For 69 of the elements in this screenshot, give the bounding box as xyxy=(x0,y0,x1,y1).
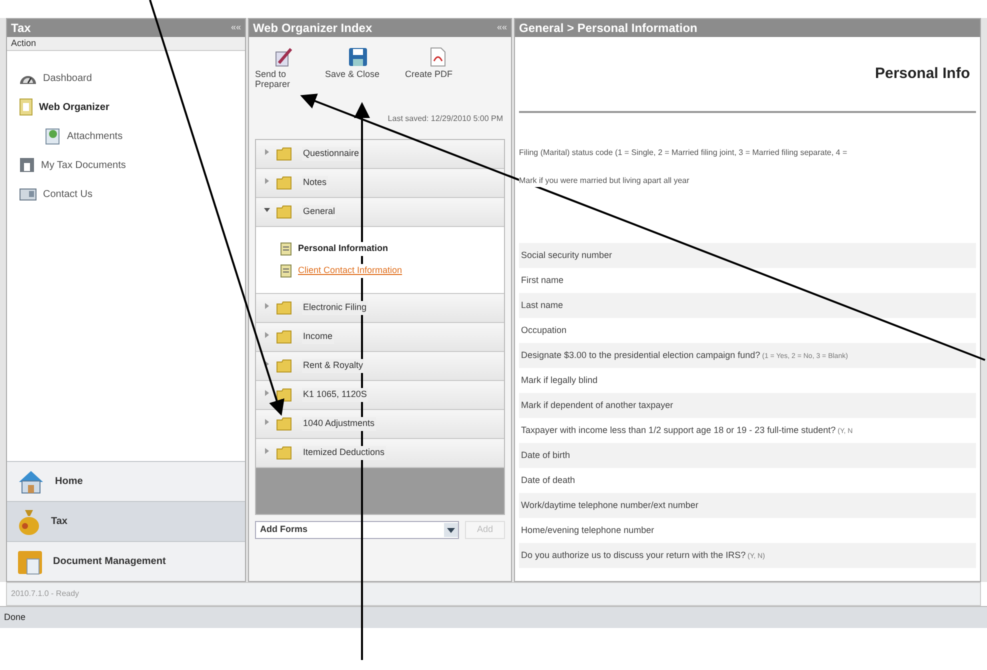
tree-item[interactable]: Notes xyxy=(256,169,504,198)
folder-icon xyxy=(276,330,292,344)
page-icon xyxy=(280,264,292,278)
expander-icon xyxy=(264,178,270,184)
tree-item[interactable]: 1040 Adjustments xyxy=(256,410,504,439)
nav-button[interactable]: Tax xyxy=(7,501,245,541)
form-label: First name xyxy=(521,275,564,286)
folder-icon xyxy=(276,176,292,190)
form-label: Occupation xyxy=(521,325,567,336)
folder-icon xyxy=(276,359,292,373)
form-label: Mark if dependent of another taxpayer xyxy=(521,400,674,411)
nav-button[interactable]: Home xyxy=(7,461,245,501)
expander-icon xyxy=(264,148,270,155)
nav-button[interactable]: Document Management xyxy=(7,541,245,581)
tree-item[interactable]: Rent & Royalty xyxy=(256,352,504,381)
nav-item[interactable]: My Tax Documents xyxy=(19,156,245,174)
tree-item[interactable]: Electronic Filing xyxy=(256,294,504,323)
toolbar-button[interactable]: Send to Preparer xyxy=(255,47,311,113)
pdf-document-icon xyxy=(429,47,447,67)
last-saved-text: Last saved: 12/29/2010 5:00 PM xyxy=(386,113,504,125)
expander-icon xyxy=(264,360,270,367)
tree-item[interactable]: K1 1065, 1120S xyxy=(256,381,504,410)
page-icon xyxy=(280,242,292,256)
document-icon xyxy=(45,127,61,145)
nav-item[interactable]: Contact Us xyxy=(19,185,245,203)
book-icon xyxy=(19,98,33,116)
folder-icon xyxy=(276,417,292,431)
expander-icon xyxy=(264,448,270,454)
toolbar-button[interactable]: Create PDF xyxy=(405,47,471,113)
folder-icon xyxy=(276,205,292,219)
tree-item[interactable]: General xyxy=(256,198,504,227)
nav-item[interactable]: Web Organizer xyxy=(19,98,245,116)
tree-item[interactable]: Questionnaire xyxy=(256,140,504,169)
expander-icon xyxy=(264,332,270,338)
form-label: Date of birth xyxy=(521,450,570,461)
expander-icon xyxy=(264,302,270,309)
form-label: Filing (Marital) status code (1 = Single, 2 = Married filing joint, 3 = Married filing separate, 4 = xyxy=(519,147,848,159)
form-label: Mark if you were married but living apart all year xyxy=(519,175,690,187)
panel-title: Tax xyxy=(11,20,31,37)
browser-status-text: Done xyxy=(4,610,26,624)
toolbar-button[interactable]: Save & Close xyxy=(325,47,391,113)
money-bag-icon xyxy=(17,508,41,536)
folder-icon xyxy=(276,388,292,402)
folder-icon xyxy=(276,301,292,315)
address-card-icon xyxy=(19,187,37,201)
status-text: 2010.7.1.0 - Ready xyxy=(11,588,80,600)
form-label: Work/daytime telephone number/ext number xyxy=(521,500,698,511)
document-pencil-icon xyxy=(273,47,293,67)
tree-item[interactable]: Income xyxy=(256,323,504,352)
nav-item[interactable]: Attachments xyxy=(19,127,245,145)
nav-item[interactable]: Dashboard xyxy=(19,69,245,87)
cabinet-icon xyxy=(19,157,35,173)
tree-item[interactable]: Itemized Deductions xyxy=(256,439,504,468)
tree-link[interactable]: Personal Information xyxy=(280,241,504,257)
form-label: Date of death xyxy=(521,475,576,486)
expander-icon xyxy=(264,390,270,396)
folder-icon xyxy=(276,446,292,460)
form-label: Mark if legally blind xyxy=(521,375,598,386)
form-label: Social security number xyxy=(521,250,612,261)
expander-icon xyxy=(264,206,270,213)
form-heading: Personal Info xyxy=(874,64,970,84)
form-label: Last name xyxy=(521,300,564,311)
panel-title: General > Personal Information xyxy=(519,20,698,37)
house-icon xyxy=(17,468,45,494)
folder-icon xyxy=(276,147,292,161)
panel-title: Web Organizer Index xyxy=(253,20,372,37)
expander-icon xyxy=(264,418,270,425)
form-label: Home/evening telephone number xyxy=(521,525,654,536)
action-label: Action xyxy=(11,36,36,50)
